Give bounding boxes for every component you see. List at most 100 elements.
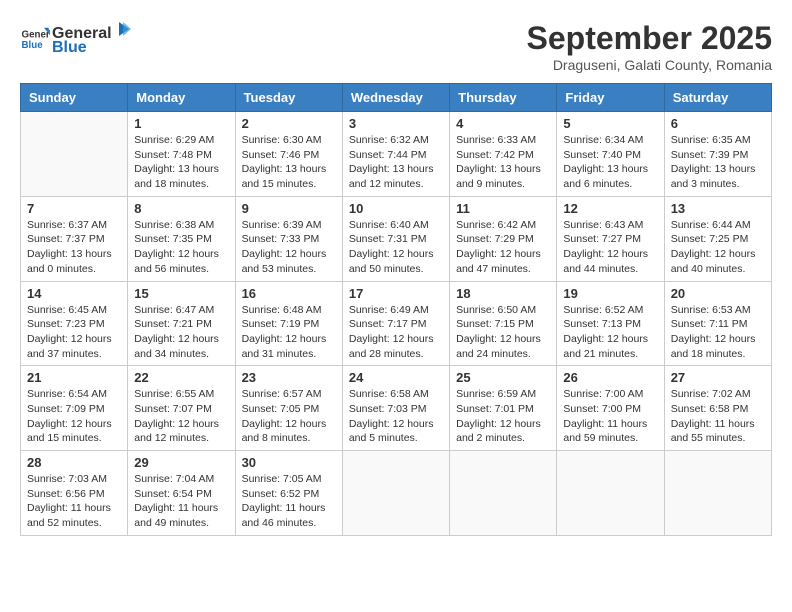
weekday-header-monday: Monday [128, 84, 235, 112]
month-year-title: September 2025 [527, 20, 772, 57]
day-info: Sunrise: 7:03 AMSunset: 6:56 PMDaylight:… [27, 472, 121, 531]
logo: General Blue General Blue [20, 20, 132, 57]
logo-arrow-icon [113, 20, 131, 38]
day-info: Sunrise: 6:43 AMSunset: 7:27 PMDaylight:… [563, 218, 657, 277]
day-number: 28 [27, 455, 121, 470]
day-number: 22 [134, 370, 228, 385]
calendar-cell: 23 Sunrise: 6:57 AMSunset: 7:05 PMDayligh… [235, 366, 342, 451]
day-number: 11 [456, 201, 550, 216]
calendar-cell: 10 Sunrise: 6:40 AMSunset: 7:31 PMDayligh… [342, 196, 449, 281]
calendar-cell: 19 Sunrise: 6:52 AMSunset: 7:13 PMDayligh… [557, 281, 664, 366]
day-number: 19 [563, 286, 657, 301]
day-number: 29 [134, 455, 228, 470]
day-number: 15 [134, 286, 228, 301]
day-info: Sunrise: 6:54 AMSunset: 7:09 PMDaylight:… [27, 387, 121, 446]
day-info: Sunrise: 6:58 AMSunset: 7:03 PMDaylight:… [349, 387, 443, 446]
calendar-week-row: 1Sunrise: 6:29 AMSunset: 7:48 PMDaylight… [21, 112, 772, 197]
title-section: September 2025 Draguseni, Galati County,… [527, 20, 772, 73]
calendar-cell: 1Sunrise: 6:29 AMSunset: 7:48 PMDaylight… [128, 112, 235, 197]
day-number: 25 [456, 370, 550, 385]
calendar-cell: 21 Sunrise: 6:54 AMSunset: 7:09 PMDayligh… [21, 366, 128, 451]
day-info: Sunrise: 7:02 AMSunset: 6:58 PMDaylight:… [671, 387, 765, 446]
calendar-cell: 28 Sunrise: 7:03 AMSunset: 6:56 PMDayligh… [21, 451, 128, 536]
weekday-header-thursday: Thursday [450, 84, 557, 112]
svg-text:General: General [22, 29, 51, 40]
page-header: General Blue General Blue September 2025… [20, 20, 772, 73]
calendar-cell: 16 Sunrise: 6:48 AMSunset: 7:19 PMDayligh… [235, 281, 342, 366]
calendar-cell: 9 Sunrise: 6:39 AMSunset: 7:33 PMDaylight… [235, 196, 342, 281]
day-number: 17 [349, 286, 443, 301]
day-info: Sunrise: 6:42 AMSunset: 7:29 PMDaylight:… [456, 218, 550, 277]
day-info: Sunrise: 6:52 AMSunset: 7:13 PMDaylight:… [563, 303, 657, 362]
calendar-cell [557, 451, 664, 536]
day-info: Sunrise: 6:32 AMSunset: 7:44 PMDaylight:… [349, 133, 443, 192]
day-number: 24 [349, 370, 443, 385]
calendar-cell: 6 Sunrise: 6:35 AMSunset: 7:39 PMDaylight… [664, 112, 771, 197]
day-info: Sunrise: 6:53 AMSunset: 7:11 PMDaylight:… [671, 303, 765, 362]
day-number: 13 [671, 201, 765, 216]
day-number: 6 [671, 116, 765, 131]
calendar-cell: 12 Sunrise: 6:43 AMSunset: 7:27 PMDayligh… [557, 196, 664, 281]
day-number: 8 [134, 201, 228, 216]
day-number: 23 [242, 370, 336, 385]
day-number: 14 [27, 286, 121, 301]
logo-icon: General Blue [20, 24, 50, 54]
day-number: 26 [563, 370, 657, 385]
calendar-cell [342, 451, 449, 536]
calendar-cell: 4Sunrise: 6:33 AMSunset: 7:42 PMDaylight… [450, 112, 557, 197]
calendar-cell: 18Sunrise: 6:50 AMSunset: 7:15 PMDayligh… [450, 281, 557, 366]
weekday-header-wednesday: Wednesday [342, 84, 449, 112]
calendar-cell: 11 Sunrise: 6:42 AMSunset: 7:29 PMDayligh… [450, 196, 557, 281]
day-info: Sunrise: 6:48 AMSunset: 7:19 PMDaylight:… [242, 303, 336, 362]
day-number: 16 [242, 286, 336, 301]
weekday-header-tuesday: Tuesday [235, 84, 342, 112]
day-info: Sunrise: 6:47 AMSunset: 7:21 PMDaylight:… [134, 303, 228, 362]
calendar-cell: 17 Sunrise: 6:49 AMSunset: 7:17 PMDayligh… [342, 281, 449, 366]
calendar-table: SundayMondayTuesdayWednesdayThursdayFrid… [20, 83, 772, 536]
weekday-header-friday: Friday [557, 84, 664, 112]
calendar-cell [664, 451, 771, 536]
calendar-cell: 13 Sunrise: 6:44 AMSunset: 7:25 PMDayligh… [664, 196, 771, 281]
day-info: Sunrise: 6:37 AMSunset: 7:37 PMDaylight:… [27, 218, 121, 277]
day-number: 10 [349, 201, 443, 216]
weekday-header-saturday: Saturday [664, 84, 771, 112]
calendar-week-row: 14 Sunrise: 6:45 AMSunset: 7:23 PMDayligh… [21, 281, 772, 366]
calendar-cell [450, 451, 557, 536]
day-info: Sunrise: 6:35 AMSunset: 7:39 PMDaylight:… [671, 133, 765, 192]
calendar-cell: 7Sunrise: 6:37 AMSunset: 7:37 PMDaylight… [21, 196, 128, 281]
day-info: Sunrise: 6:55 AMSunset: 7:07 PMDaylight:… [134, 387, 228, 446]
day-info: Sunrise: 6:39 AMSunset: 7:33 PMDaylight:… [242, 218, 336, 277]
day-number: 20 [671, 286, 765, 301]
day-info: Sunrise: 6:30 AMSunset: 7:46 PMDaylight:… [242, 133, 336, 192]
calendar-cell: 5 Sunrise: 6:34 AMSunset: 7:40 PMDaylight… [557, 112, 664, 197]
day-info: Sunrise: 6:33 AMSunset: 7:42 PMDaylight:… [456, 133, 550, 192]
calendar-cell: 22 Sunrise: 6:55 AMSunset: 7:07 PMDayligh… [128, 366, 235, 451]
day-info: Sunrise: 6:44 AMSunset: 7:25 PMDaylight:… [671, 218, 765, 277]
day-number: 5 [563, 116, 657, 131]
calendar-cell: 26Sunrise: 7:00 AMSunset: 7:00 PMDayligh… [557, 366, 664, 451]
weekday-header-sunday: Sunday [21, 84, 128, 112]
calendar-week-row: 21 Sunrise: 6:54 AMSunset: 7:09 PMDayligh… [21, 366, 772, 451]
day-info: Sunrise: 6:49 AMSunset: 7:17 PMDaylight:… [349, 303, 443, 362]
calendar-cell: 25 Sunrise: 6:59 AMSunset: 7:01 PMDayligh… [450, 366, 557, 451]
day-number: 30 [242, 455, 336, 470]
day-info: Sunrise: 6:29 AMSunset: 7:48 PMDaylight:… [134, 133, 228, 192]
day-number: 12 [563, 201, 657, 216]
day-info: Sunrise: 6:57 AMSunset: 7:05 PMDaylight:… [242, 387, 336, 446]
day-info: Sunrise: 7:05 AMSunset: 6:52 PMDaylight:… [242, 472, 336, 531]
day-number: 21 [27, 370, 121, 385]
day-number: 27 [671, 370, 765, 385]
day-info: Sunrise: 6:40 AMSunset: 7:31 PMDaylight:… [349, 218, 443, 277]
day-number: 9 [242, 201, 336, 216]
day-info: Sunrise: 6:34 AMSunset: 7:40 PMDaylight:… [563, 133, 657, 192]
day-info: Sunrise: 6:59 AMSunset: 7:01 PMDaylight:… [456, 387, 550, 446]
day-number: 18 [456, 286, 550, 301]
calendar-cell: 27 Sunrise: 7:02 AMSunset: 6:58 PMDayligh… [664, 366, 771, 451]
calendar-cell: 14 Sunrise: 6:45 AMSunset: 7:23 PMDayligh… [21, 281, 128, 366]
svg-text:Blue: Blue [22, 40, 44, 51]
calendar-cell [21, 112, 128, 197]
day-number: 2 [242, 116, 336, 131]
day-number: 3 [349, 116, 443, 131]
calendar-cell: 24 Sunrise: 6:58 AMSunset: 7:03 PMDayligh… [342, 366, 449, 451]
day-info: Sunrise: 6:45 AMSunset: 7:23 PMDaylight:… [27, 303, 121, 362]
